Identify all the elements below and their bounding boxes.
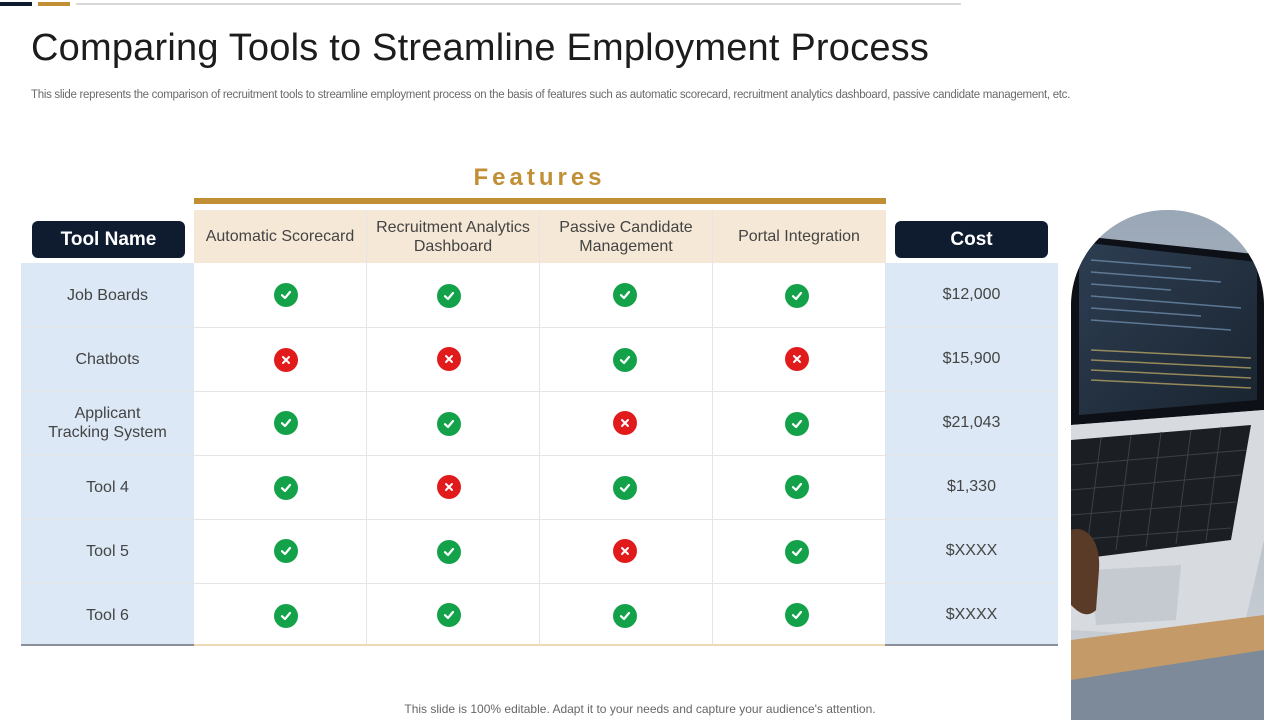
laptop-illustration — [1071, 210, 1264, 720]
x-circle-icon — [613, 539, 637, 563]
check-circle-icon — [613, 348, 637, 372]
x-circle-icon — [437, 347, 461, 371]
table-row: Tool 4 $1,330 — [21, 455, 1058, 519]
cost-cell: $XXXX — [945, 606, 998, 623]
check-circle-icon — [437, 412, 461, 436]
accent-bar-gold — [38, 2, 70, 6]
check-circle-icon — [785, 540, 809, 564]
check-circle-icon — [785, 412, 809, 436]
cost-header: Cost — [895, 221, 1048, 258]
table-row: Chatbots $15,900 — [21, 327, 1058, 391]
check-circle-icon — [785, 603, 809, 627]
check-circle-icon — [274, 283, 298, 307]
tool-name-cell: Chatbots — [75, 350, 140, 368]
table-row: Job Boards $12,000 — [21, 263, 1058, 327]
x-circle-icon — [274, 348, 298, 372]
x-circle-icon — [613, 411, 637, 435]
cost-cell: $1,330 — [947, 478, 996, 495]
check-circle-icon — [613, 283, 637, 307]
table-bottom-border — [194, 644, 885, 646]
tool-name-cell: Tool 5 — [86, 542, 129, 560]
tool-name-cell: Tool 6 — [86, 606, 129, 624]
check-circle-icon — [437, 284, 461, 308]
tool-name-cell: Job Boards — [67, 286, 148, 304]
cost-cell: $21,043 — [942, 414, 1001, 431]
check-circle-icon — [274, 539, 298, 563]
cost-cell: $XXXX — [945, 542, 998, 559]
check-circle-icon — [437, 540, 461, 564]
slide-subtitle: This slide represents the comparison of … — [31, 89, 1071, 101]
top-divider — [76, 3, 961, 5]
table-row: Tool 5 $XXXX — [21, 519, 1058, 583]
check-circle-icon — [785, 284, 809, 308]
check-circle-icon — [274, 604, 298, 628]
tool-name-cell: Tool 4 — [86, 478, 129, 496]
check-circle-icon — [437, 603, 461, 627]
check-circle-icon — [613, 476, 637, 500]
check-circle-icon — [785, 475, 809, 499]
table-row: Applicant Tracking System $21,043 — [21, 391, 1058, 455]
features-bar — [194, 198, 886, 204]
feature-header-recruitment-analytics: Recruitment Analytics Dashboard — [376, 218, 530, 255]
table-bottom-border — [21, 644, 194, 646]
check-circle-icon — [274, 476, 298, 500]
slide-title: Comparing Tools to Streamline Employment… — [31, 27, 930, 69]
feature-header-passive-candidate: Passive Candidate Management — [559, 218, 693, 255]
accent-bar-navy — [0, 2, 32, 6]
check-circle-icon — [274, 411, 298, 435]
check-circle-icon — [613, 604, 637, 628]
laptop-photo — [1071, 210, 1264, 720]
feature-header-portal-integration: Portal Integration — [738, 228, 860, 245]
table-row: Tool 6 $XXXX — [21, 583, 1058, 647]
features-label: Features — [473, 164, 606, 191]
cost-cell: $15,900 — [942, 350, 1001, 367]
cost-cell: $12,000 — [942, 286, 1001, 303]
x-circle-icon — [437, 475, 461, 499]
table-bottom-border — [885, 644, 1058, 646]
feature-header-automatic-scorecard: Automatic Scorecard — [205, 228, 355, 245]
x-circle-icon — [785, 347, 809, 371]
footer-note: This slide is 100% editable. Adapt it to… — [404, 702, 876, 716]
tool-name-header: Tool Name — [32, 221, 185, 258]
tool-name-cell: Applicant Tracking System — [48, 405, 167, 441]
